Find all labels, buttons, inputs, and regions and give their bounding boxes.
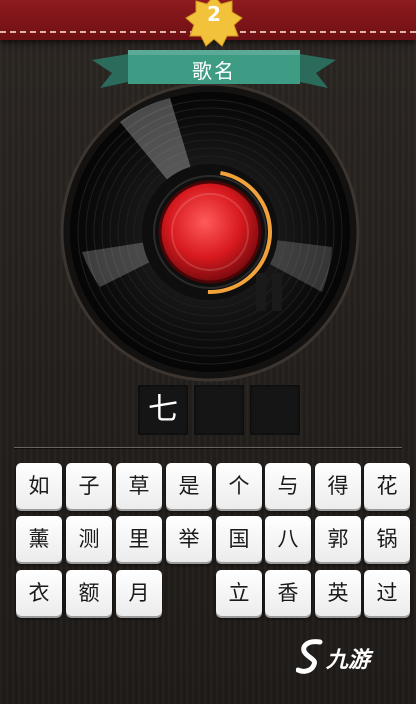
char-key[interactable]: 锅: [364, 516, 410, 562]
pause-button[interactable]: [214, 236, 324, 346]
category-label: 歌名: [192, 59, 236, 83]
char-key[interactable]: 英: [315, 570, 361, 616]
char-key[interactable]: 八: [265, 516, 311, 562]
char-key[interactable]: 如: [16, 463, 62, 509]
char-key[interactable]: 薰: [16, 516, 62, 562]
category-banner: 歌名: [92, 48, 336, 98]
answer-row: 七: [138, 385, 302, 437]
char-key[interactable]: 衣: [16, 570, 62, 616]
char-key[interactable]: 子: [66, 463, 112, 509]
char-key[interactable]: 过: [364, 570, 410, 616]
char-key[interactable]: 里: [116, 516, 162, 562]
char-key[interactable]: 是: [166, 463, 212, 509]
char-key[interactable]: 国: [216, 516, 262, 562]
level-badge: 2: [183, 0, 245, 50]
char-key[interactable]: 草: [116, 463, 162, 509]
divider: [14, 447, 402, 448]
vinyl-record: [60, 82, 360, 382]
logo-s-icon: [295, 639, 323, 674]
char-key[interactable]: 测: [66, 516, 112, 562]
char-key[interactable]: 月: [116, 570, 162, 616]
level-number: 2: [207, 2, 221, 26]
char-key[interactable]: 香: [265, 570, 311, 616]
pause-icon: [256, 273, 282, 311]
char-key[interactable]: 得: [315, 463, 361, 509]
char-key[interactable]: 举: [166, 516, 212, 562]
answer-slot[interactable]: [194, 385, 244, 435]
char-key[interactable]: 与: [265, 463, 311, 509]
char-key[interactable]: 个: [216, 463, 262, 509]
char-key[interactable]: 立: [216, 570, 262, 616]
answer-slot[interactable]: 七: [138, 385, 188, 435]
char-key[interactable]: 郭: [315, 516, 361, 562]
char-key[interactable]: 花: [364, 463, 410, 509]
watermark: 九游: [295, 638, 396, 674]
watermark-text: 九游: [326, 648, 371, 673]
char-key[interactable]: 额: [66, 570, 112, 616]
answer-slot[interactable]: [250, 385, 300, 435]
